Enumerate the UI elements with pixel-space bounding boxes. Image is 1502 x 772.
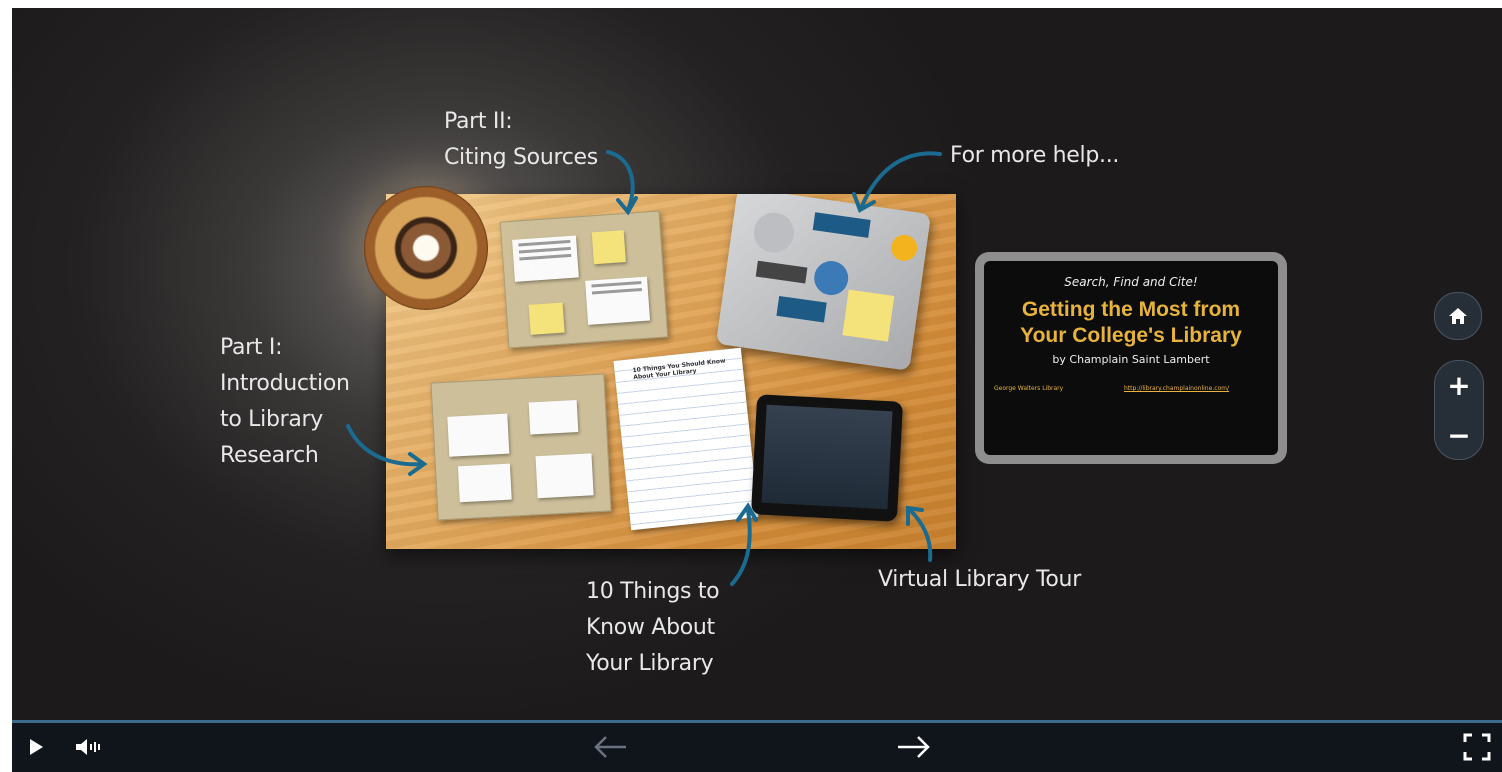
laptop-sticker xyxy=(842,289,895,342)
home-button[interactable] xyxy=(1434,292,1482,340)
paper-note xyxy=(447,413,510,457)
sticky-note xyxy=(528,302,565,335)
label-line: For more help... xyxy=(950,143,1120,168)
label-line: Part II: xyxy=(444,109,513,134)
label-line: Research xyxy=(220,443,319,468)
laptop-sticker xyxy=(776,296,827,323)
tablet-screen xyxy=(761,404,893,510)
player-controls-bar xyxy=(12,720,1502,772)
arrow-to-citing-sources xyxy=(606,150,638,216)
label-more-help[interactable]: For more help... xyxy=(950,138,1119,174)
label-line: Introduction xyxy=(220,371,350,396)
volume-icon xyxy=(76,739,100,755)
title-card-link[interactable]: http://library.champlainonline.com/ xyxy=(1124,385,1229,392)
paper-note xyxy=(535,453,594,499)
label-line: Know About xyxy=(586,615,715,640)
arrow-to-virtual-tour xyxy=(906,505,933,562)
sticky-note xyxy=(591,230,626,265)
title-card-tagline: Search, Find and Cite! xyxy=(1064,275,1198,289)
zoom-in-button[interactable]: + xyxy=(1435,361,1483,409)
play-icon xyxy=(30,739,43,755)
label-ten-things[interactable]: 10 Things to Know About Your Library xyxy=(586,574,720,682)
desk-lamp-graphic xyxy=(364,186,488,310)
paper-note xyxy=(457,463,512,503)
presentation-canvas[interactable]: Part II: Citing Sources For more help...… xyxy=(12,8,1502,720)
zoom-out-button[interactable]: − xyxy=(1435,411,1483,459)
volume-button[interactable] xyxy=(70,733,106,761)
arrow-to-ten-things xyxy=(730,502,758,586)
arrow-left-icon xyxy=(594,736,626,758)
arrow-to-intro-research xyxy=(346,424,428,476)
label-part-i[interactable]: Part I: Introduction to Library Research xyxy=(220,330,350,474)
notebook-title: 10 Things You Should Know About Your Lib… xyxy=(632,357,726,382)
laptop-sticker xyxy=(755,260,808,284)
paper-note xyxy=(585,276,651,325)
fullscreen-button[interactable] xyxy=(1460,731,1494,763)
play-button[interactable] xyxy=(22,733,50,761)
laptop-sticker xyxy=(751,210,797,256)
folder-intro-research[interactable] xyxy=(430,373,612,521)
title-line: Getting the Most from xyxy=(1021,298,1241,321)
next-step-button[interactable] xyxy=(890,731,938,763)
paper-note xyxy=(512,235,579,282)
title-card-title: Getting the Most from Your College's Lib… xyxy=(984,297,1278,349)
label-line: Part I: xyxy=(220,335,283,360)
folder-citing-sources[interactable] xyxy=(499,210,669,349)
label-line: Citing Sources xyxy=(444,145,598,170)
title-card-screen: Search, Find and Cite! Getting the Most … xyxy=(984,261,1278,455)
arrow-right-icon xyxy=(898,736,930,758)
title-card-author: by Champlain Saint Lambert xyxy=(1052,353,1210,366)
arrow-to-more-help xyxy=(852,151,942,213)
fullscreen-icon xyxy=(1463,733,1491,761)
label-line: 10 Things to xyxy=(586,579,720,604)
laptop-sticker xyxy=(889,233,919,263)
previous-step-button[interactable] xyxy=(586,731,634,763)
label-part-ii[interactable]: Part II: Citing Sources xyxy=(444,104,598,176)
title-card-frame[interactable]: Search, Find and Cite! Getting the Most … xyxy=(975,252,1287,464)
zoom-controls: + − xyxy=(1434,360,1484,460)
paper-note xyxy=(528,400,579,435)
home-icon xyxy=(1449,308,1467,324)
tablet-virtual-tour[interactable] xyxy=(750,394,904,522)
label-line: Your Library xyxy=(586,651,714,676)
title-line: Your College's Library xyxy=(1020,324,1242,347)
laptop-more-help[interactable] xyxy=(715,194,932,371)
title-card-library-name: George Walters Library xyxy=(994,385,1064,392)
laptop-sticker xyxy=(812,258,851,298)
label-line: to Library xyxy=(220,407,324,432)
